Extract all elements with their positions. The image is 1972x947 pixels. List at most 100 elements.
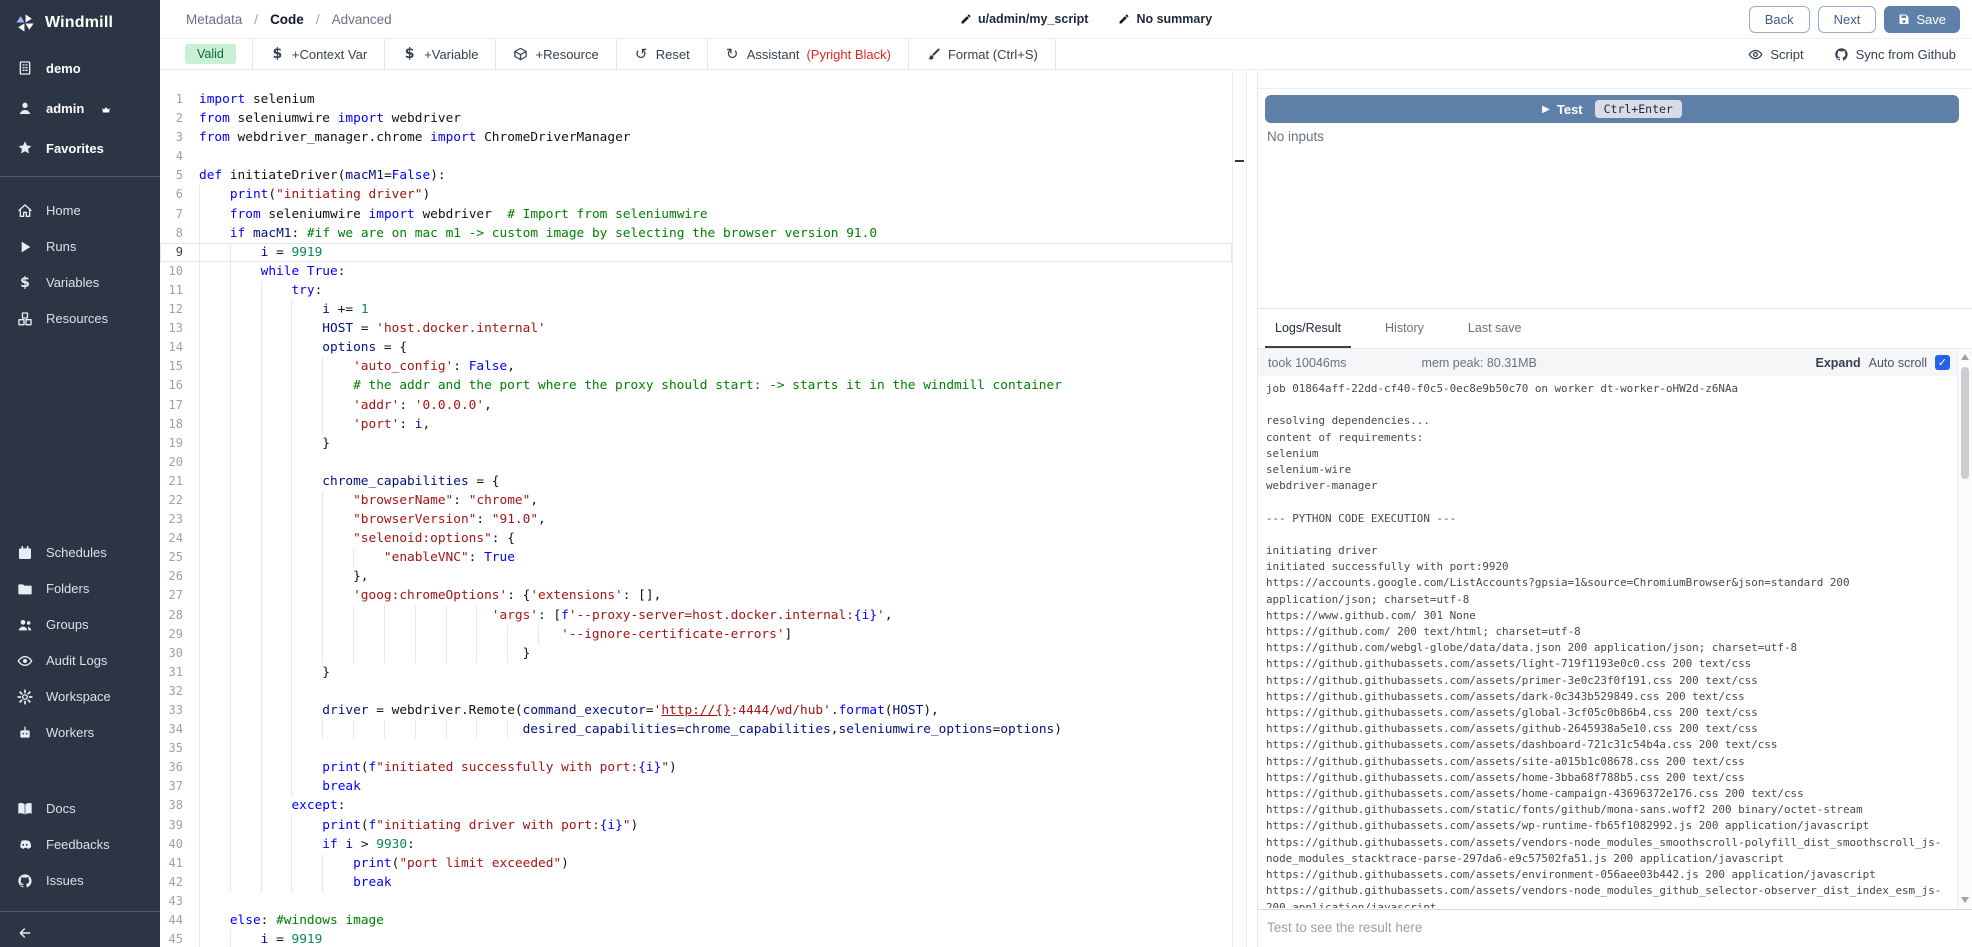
code-line[interactable]: 34 desired_capabilities=chrome_capabilit… xyxy=(160,720,1232,739)
code-line[interactable]: 2from seleniumwire import webdriver xyxy=(160,109,1232,128)
code-line[interactable]: 21 chrome_capabilities = { xyxy=(160,472,1232,491)
sidebar-item-folders[interactable]: Folders xyxy=(0,571,160,607)
back-button[interactable]: Back xyxy=(1749,6,1810,33)
code-line[interactable]: 4 xyxy=(160,147,1232,166)
code-line[interactable]: 20 xyxy=(160,453,1232,472)
line-number: 19 xyxy=(160,434,196,453)
code-line[interactable]: 41 print("port limit exceeded") xyxy=(160,854,1232,873)
sidebar-item-workers[interactable]: Workers xyxy=(0,715,160,751)
save-button[interactable]: Save xyxy=(1884,6,1960,33)
breadcrumb-advanced[interactable]: Advanced xyxy=(332,12,392,27)
tab-history[interactable]: History xyxy=(1375,310,1434,348)
code-line[interactable]: 40 if i > 9930: xyxy=(160,835,1232,854)
sidebar-item-runs[interactable]: Runs xyxy=(0,229,160,265)
code-line[interactable]: 33 driver = webdriver.Remote(command_exe… xyxy=(160,701,1232,720)
app-logo[interactable]: Windmill xyxy=(0,0,160,38)
breadcrumb-code[interactable]: Code xyxy=(270,12,304,27)
code-line[interactable]: 7 from seleniumwire import webdriver # I… xyxy=(160,205,1232,224)
code-line[interactable]: 25 "enableVNC": True xyxy=(160,548,1232,567)
sidebar-item-admin[interactable]: admin xyxy=(0,88,160,128)
editor-overview-ruler[interactable] xyxy=(1232,71,1247,947)
code-line[interactable]: 29 '--ignore-certificate-errors'] xyxy=(160,625,1232,644)
sidebar-item-favorites[interactable]: Favorites xyxy=(0,128,160,168)
code-line[interactable]: 28 'args': [f'--proxy-server=host.docker… xyxy=(160,606,1232,625)
code-line[interactable]: 39 print(f"initiating driver with port:{… xyxy=(160,816,1232,835)
test-button[interactable]: ▶ Test Ctrl+Enter xyxy=(1265,95,1959,123)
tab-last-save[interactable]: Last save xyxy=(1458,310,1532,348)
github-icon xyxy=(1834,47,1849,62)
expand-logs-button[interactable]: Expand xyxy=(1815,356,1860,370)
code-line[interactable]: 30 } xyxy=(160,644,1232,663)
scroll-down-arrow[interactable] xyxy=(1961,897,1969,903)
sidebar-item-audit-logs[interactable]: Audit Logs xyxy=(0,643,160,679)
code-line[interactable]: 12 i += 1 xyxy=(160,300,1232,319)
code-line[interactable]: 10 while True: xyxy=(160,262,1232,281)
code-line[interactable]: 31 } xyxy=(160,663,1232,682)
code-line[interactable]: 38 except: xyxy=(160,796,1232,815)
code-line[interactable]: 8 if macM1: #if we are on mac m1 -> cust… xyxy=(160,224,1232,243)
sync-from-github-label: Sync from Github xyxy=(1856,47,1956,62)
code-line[interactable]: 13 HOST = 'host.docker.internal' xyxy=(160,319,1232,338)
code-line[interactable]: 45 i = 9919 xyxy=(160,930,1232,947)
sidebar-item-demo[interactable]: demo xyxy=(0,48,160,88)
code-line[interactable]: 17 'addr': '0.0.0.0', xyxy=(160,396,1232,415)
code-editor[interactable]: 1import selenium2from seleniumwire impor… xyxy=(160,71,1232,947)
assistant-button[interactable]: ↻Assistant(Pyright Black) xyxy=(708,39,908,69)
code-line[interactable]: 15 'auto_config': False, xyxy=(160,357,1232,376)
script-path-edit[interactable]: u/admin/my_script xyxy=(960,12,1088,26)
sidebar-item-schedules[interactable]: Schedules xyxy=(0,535,160,571)
sidebar-item-home[interactable]: Home xyxy=(0,193,160,229)
sidebar-item-workspace[interactable]: Workspace xyxy=(0,679,160,715)
code-line[interactable]: 11 try: xyxy=(160,281,1232,300)
reset-button[interactable]: ↺Reset xyxy=(617,39,707,69)
breadcrumb-metadata[interactable]: Metadata xyxy=(186,12,242,27)
code-line[interactable]: 1import selenium xyxy=(160,90,1232,109)
code-line-content: } xyxy=(199,663,330,682)
code-line[interactable]: 35 xyxy=(160,739,1232,758)
-resource-button[interactable]: +Resource xyxy=(496,39,615,69)
code-line[interactable]: 36 print(f"initiated successfully with p… xyxy=(160,758,1232,777)
code-line[interactable]: 19 } xyxy=(160,434,1232,453)
logs-scrollbar[interactable] xyxy=(1957,349,1972,908)
-context-var-button[interactable]: $+Context Var xyxy=(253,39,384,69)
script-summary-edit[interactable]: No summary xyxy=(1118,12,1212,26)
code-line[interactable]: 16 # the addr and the port where the pro… xyxy=(160,376,1232,395)
line-number: 10 xyxy=(160,262,196,281)
scroll-up-arrow[interactable] xyxy=(1961,354,1969,360)
sidebar-item-variables[interactable]: $Variables xyxy=(0,265,160,301)
sidebar-item-feedbacks[interactable]: Feedbacks xyxy=(0,827,160,863)
code-line-content: i = 9919 xyxy=(199,243,322,262)
next-button[interactable]: Next xyxy=(1818,6,1877,33)
sync-from-github-button[interactable]: Sync from Github xyxy=(1834,47,1956,62)
code-line-content: } xyxy=(199,434,330,453)
code-line[interactable]: 37 break xyxy=(160,777,1232,796)
code-line[interactable]: 23 "browserVersion": "91.0", xyxy=(160,510,1232,529)
eye-icon xyxy=(17,653,33,669)
code-line[interactable]: 3from webdriver_manager.chrome import Ch… xyxy=(160,128,1232,147)
code-line[interactable]: 26 }, xyxy=(160,567,1232,586)
code-line[interactable]: 9 i = 9919 xyxy=(160,243,1232,262)
code-line[interactable]: 24 "selenoid:options": { xyxy=(160,529,1232,548)
code-line[interactable]: 22 "browserName": "chrome", xyxy=(160,491,1232,510)
tab-logs-result[interactable]: Logs/Result xyxy=(1265,310,1351,348)
scrollbar-thumb[interactable] xyxy=(1961,367,1969,479)
sidebar-item-docs[interactable]: Docs xyxy=(0,791,160,827)
code-line[interactable]: 5def initiateDriver(macM1=False): xyxy=(160,166,1232,185)
code-line[interactable]: 43 xyxy=(160,892,1232,911)
sidebar-item-issues[interactable]: Issues xyxy=(0,863,160,899)
code-line[interactable]: 18 'port': i, xyxy=(160,415,1232,434)
line-number: 42 xyxy=(160,873,196,892)
sidebar-item-resources[interactable]: Resources xyxy=(0,301,160,337)
autoscroll-checkbox[interactable]: ✓ xyxy=(1935,355,1950,370)
-variable-button[interactable]: $+Variable xyxy=(385,39,495,69)
sidebar-collapse-button[interactable] xyxy=(0,919,160,947)
code-line[interactable]: 44 else: #windows image xyxy=(160,911,1232,930)
code-line[interactable]: 6 print("initiating driver") xyxy=(160,185,1232,204)
code-line[interactable]: 27 'goog:chromeOptions': {'extensions': … xyxy=(160,586,1232,605)
format-ctrl-s--button[interactable]: Format (Ctrl+S) xyxy=(909,39,1055,69)
code-line[interactable]: 14 options = { xyxy=(160,338,1232,357)
code-line[interactable]: 42 break xyxy=(160,873,1232,892)
sidebar-item-groups[interactable]: Groups xyxy=(0,607,160,643)
code-line[interactable]: 32 xyxy=(160,682,1232,701)
script-view-button[interactable]: Script xyxy=(1748,47,1803,62)
